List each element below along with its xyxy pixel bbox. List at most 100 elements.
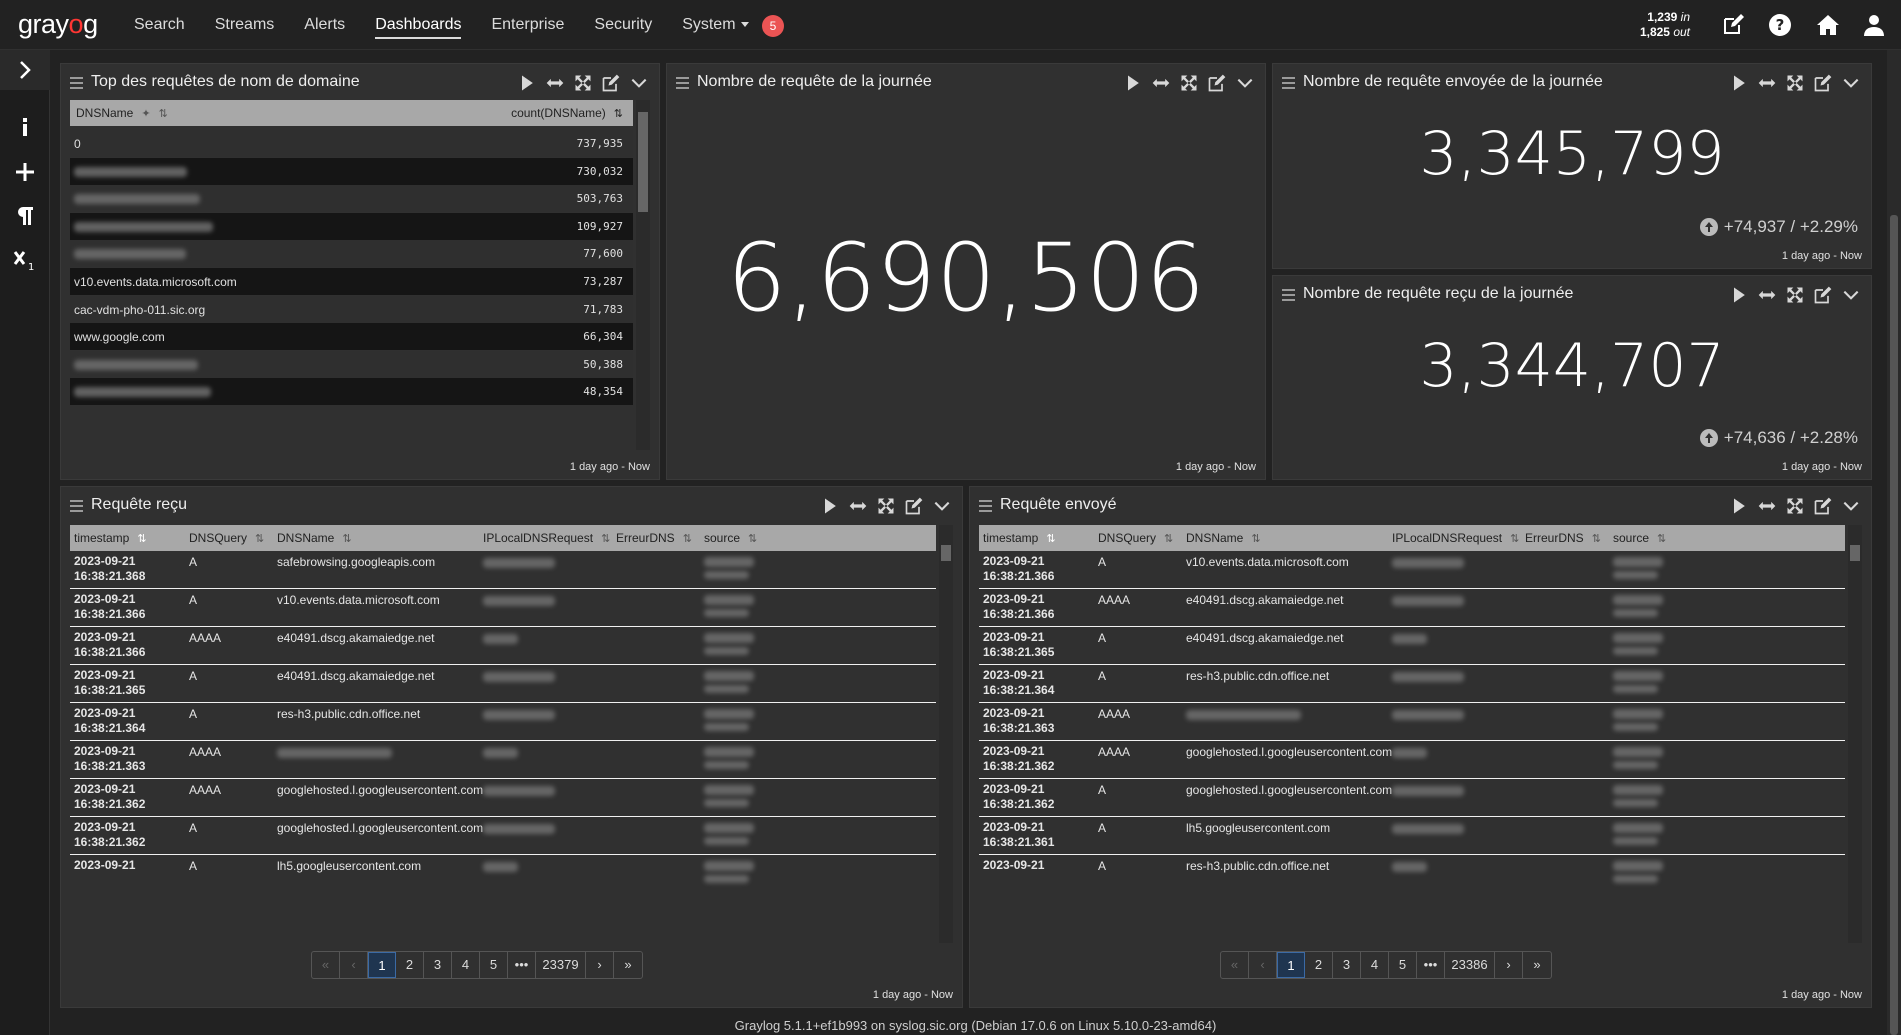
table-row[interactable]: 2023-09-21 16:38:21.365 Ae40491.dscg.akama… (70, 665, 936, 703)
table-row[interactable]: 503,763 (70, 185, 633, 213)
edit-icon[interactable] (1813, 496, 1833, 516)
table-row[interactable]: 730,032 (70, 157, 633, 185)
notification-badge[interactable]: 5 (762, 15, 784, 37)
home-icon[interactable] (1816, 13, 1840, 37)
column-header-iplocaldnsrequest[interactable]: IPLocalDNSRequest ⇅ (1392, 525, 1519, 552)
sort-icon[interactable]: ⇅ (683, 526, 692, 552)
page-button[interactable]: ••• (508, 952, 536, 978)
table-row[interactable]: 2023-09-21 16:38:21.364 Ares-h3.public.cdn… (70, 703, 936, 741)
sort-icon[interactable]: ⇅ (1592, 526, 1601, 552)
page-button[interactable]: 1 (1277, 952, 1305, 978)
column-header-dnsquery[interactable]: DNSQuery ⇅ (1098, 525, 1173, 552)
chevron-down-icon[interactable] (629, 73, 649, 93)
table-row[interactable]: 2023-09-21 16:38:21.362 AAAA googlehosted.l… (70, 779, 936, 817)
edit-icon[interactable] (1813, 285, 1833, 305)
table-row[interactable]: cac-vdm-pho-011.sic.org 71,783 (70, 295, 633, 323)
column-header-erreurdns[interactable]: ErreurDNS ⇅ (1525, 525, 1601, 552)
column-header-count[interactable]: count(DNSName) ⇅ (511, 100, 623, 127)
edit-icon[interactable] (601, 73, 621, 93)
table-row[interactable]: 2023-09-21 Ares-h3.public.cdn.office.net (979, 855, 1845, 883)
column-header-timestamp[interactable]: timestamp ⇅ (983, 525, 1056, 552)
column-header-timestamp[interactable]: timestamp ⇅ (74, 525, 147, 552)
chevron-down-icon[interactable] (932, 496, 952, 516)
edit-icon[interactable] (904, 496, 924, 516)
chevron-down-icon[interactable] (1841, 496, 1861, 516)
play-icon[interactable] (1729, 496, 1749, 516)
page-button[interactable]: 3 (424, 952, 452, 978)
page-button[interactable]: 5 (1389, 952, 1417, 978)
sort-icon[interactable]: ⇅ (614, 101, 623, 127)
graylog-logo[interactable]: grayog (18, 9, 98, 40)
nav-item-security[interactable]: Security (594, 0, 652, 50)
table-row[interactable]: 2023-09-21 16:38:21.366 AAAA e40491.dscg.ak… (70, 627, 936, 665)
sort-icon[interactable]: ⇅ (137, 526, 146, 552)
table-row[interactable]: 2023-09-21 16:38:21.362 Agooglehosted.l.go… (70, 817, 936, 855)
table-row[interactable]: 2023-09-21 16:38:21.366 Av10.events.data.m… (979, 551, 1845, 589)
play-icon[interactable] (1123, 73, 1143, 93)
table-row[interactable]: 0 737,935 (70, 130, 633, 157)
column-header-dnsquery[interactable]: DNSQuery ⇅ (189, 525, 264, 552)
sort-icon[interactable]: ⇅ (748, 526, 757, 552)
drag-handle-icon[interactable] (70, 77, 83, 89)
column-header-dnsname[interactable]: DNSName ✦ ⇅ (76, 100, 168, 127)
last-page-button[interactable]: » (614, 952, 642, 978)
first-page-button[interactable]: « (312, 952, 340, 978)
info-icon[interactable] (13, 115, 37, 139)
table-row[interactable]: 50,388 (70, 350, 633, 378)
drag-handle-icon[interactable] (70, 500, 83, 512)
chevron-right-icon[interactable] (13, 58, 37, 82)
previous-page-button[interactable]: ‹ (340, 952, 368, 978)
nav-item-streams[interactable]: Streams (215, 0, 275, 50)
next-page-button[interactable]: › (1495, 952, 1523, 978)
table-row[interactable]: 2023-09-21 16:38:21.363 AAAA (70, 741, 936, 779)
table-row[interactable]: 2023-09-21 16:38:21.362 AAAA googlehosted.l… (979, 741, 1845, 779)
play-icon[interactable] (1729, 285, 1749, 305)
table-row[interactable]: 48,354 (70, 378, 633, 406)
nav-item-alerts[interactable]: Alerts (304, 0, 345, 50)
fullscreen-icon[interactable] (876, 496, 896, 516)
table-scrollbar[interactable] (1848, 525, 1862, 943)
chevron-down-icon[interactable] (1841, 73, 1861, 93)
table-row[interactable]: 2023-09-21 16:38:21.368 Asafebrowsing.goog… (70, 551, 936, 589)
fullscreen-icon[interactable] (1785, 285, 1805, 305)
help-icon[interactable]: ? (1768, 13, 1792, 37)
page-button[interactable]: 2 (1305, 952, 1333, 978)
table-row[interactable]: 2023-09-21 16:38:21.365 Ae40491.dscg.akama… (979, 627, 1845, 665)
column-header-dnsname[interactable]: DNSName ⇅ (277, 525, 352, 552)
table-row[interactable]: www.google.com 66,304 (70, 323, 633, 351)
play-icon[interactable] (1729, 73, 1749, 93)
sort-icon[interactable]: ⇅ (342, 526, 351, 552)
page-button[interactable]: 4 (1361, 952, 1389, 978)
expand-horizontal-icon[interactable] (1151, 73, 1171, 93)
sort-icon[interactable]: ⇅ (1046, 526, 1055, 552)
page-button[interactable]: 1 (368, 952, 396, 978)
play-icon[interactable] (517, 73, 537, 93)
page-button[interactable]: 3 (1333, 952, 1361, 978)
previous-page-button[interactable]: ‹ (1249, 952, 1277, 978)
expand-horizontal-icon[interactable] (848, 496, 868, 516)
table-row[interactable]: 77,600 (70, 240, 633, 268)
nav-item-search[interactable]: Search (134, 0, 185, 50)
table-row[interactable]: 2023-09-21 16:38:21.363 AAAA (979, 703, 1845, 741)
table-scrollbar[interactable] (636, 100, 650, 450)
table-row[interactable]: 2023-09-21 16:38:21.361 Alh5.googleusercon… (979, 817, 1845, 855)
page-button[interactable]: 4 (452, 952, 480, 978)
drag-handle-icon[interactable] (1282, 77, 1295, 89)
column-header-source[interactable]: source ⇅ (1613, 525, 1666, 552)
subscript-icon[interactable]: 1 (13, 248, 37, 272)
throughput-indicator[interactable]: 1,239 in 1,825 out (1620, 10, 1690, 40)
page-scrollbar[interactable] (1887, 50, 1901, 1035)
fullscreen-icon[interactable] (573, 73, 593, 93)
expand-horizontal-icon[interactable] (1757, 496, 1777, 516)
column-header-iplocaldnsrequest[interactable]: IPLocalDNSRequest ⇅ (483, 525, 610, 552)
paragraph-icon[interactable] (13, 204, 37, 228)
table-row[interactable]: 2023-09-21 16:38:21.364 Ares-h3.public.cdn… (979, 665, 1845, 703)
nav-item-dashboards[interactable]: Dashboards (375, 0, 462, 50)
expand-horizontal-icon[interactable] (1757, 285, 1777, 305)
sort-icon[interactable]: ⇅ (1657, 526, 1666, 552)
drag-handle-icon[interactable] (1282, 289, 1295, 301)
table-row[interactable]: 2023-09-21 Alh5.googleusercontent.com (70, 855, 936, 883)
fullscreen-icon[interactable] (1179, 73, 1199, 93)
sort-icon[interactable]: ⇅ (1251, 526, 1260, 552)
fullscreen-icon[interactable] (1785, 496, 1805, 516)
